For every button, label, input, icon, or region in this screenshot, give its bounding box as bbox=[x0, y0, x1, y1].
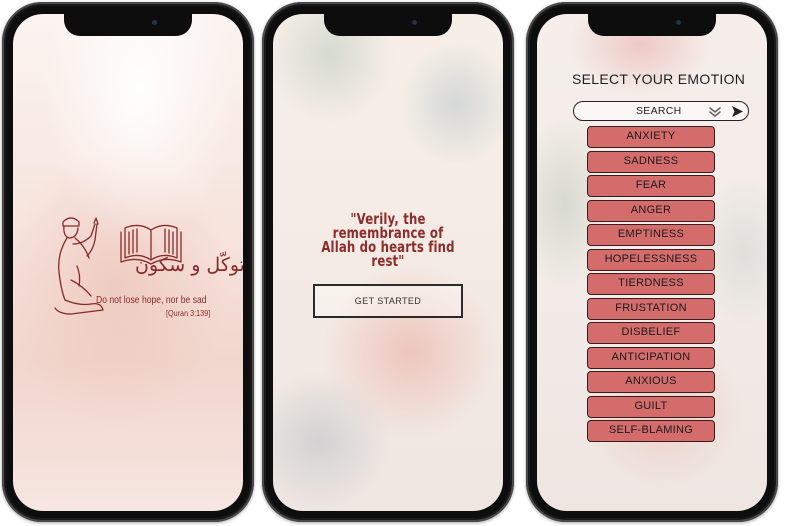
quote-line-2: Allah do hearts find rest" bbox=[321, 238, 455, 270]
quote-text: "Verily, the remembrance of Allah do hea… bbox=[306, 210, 470, 270]
emotion-button-guilt[interactable]: GUILT bbox=[587, 395, 715, 418]
chevron-double-down-icon[interactable] bbox=[708, 106, 722, 118]
camera-icon bbox=[412, 20, 417, 25]
welcome-screen: "Verily, the remembrance of Allah do hea… bbox=[273, 14, 503, 511]
logo-reference: [Quran 3:139] bbox=[166, 308, 211, 318]
emotion-button-frustration[interactable]: FRUSTATION bbox=[587, 297, 715, 320]
app-logo: توكّل و سكون Do not lose hope, nor be sa… bbox=[51, 210, 243, 330]
camera-icon bbox=[676, 20, 681, 25]
emotion-button-anxious[interactable]: ANXIOUS bbox=[587, 371, 715, 393]
emotion-button-disbelief[interactable]: DISBELIEF bbox=[587, 322, 715, 344]
emotion-button-anticipation[interactable]: ANTICIPATION bbox=[587, 346, 715, 369]
emotion-button-anxiety[interactable]: ANXIETY bbox=[587, 126, 715, 148]
mockup-stage: توكّل و سكون Do not lose hope, nor be sa… bbox=[0, 0, 787, 526]
emotion-button-fear[interactable]: FEAR bbox=[587, 175, 715, 197]
emotion-button-self-blaming[interactable]: SELF-BLAMING bbox=[587, 420, 715, 442]
emotion-button-hopelessness[interactable]: HOPELESSNESS bbox=[587, 248, 715, 271]
search-placeholder: SEARCH bbox=[636, 105, 682, 117]
get-started-button[interactable]: GET STARTED bbox=[313, 284, 463, 318]
page-title: SELECT YOUR EMOTION bbox=[572, 71, 746, 87]
phone-welcome: "Verily, the remembrance of Allah do hea… bbox=[262, 2, 514, 522]
emotion-list: ANXIETY SADNESS FEAR ANGER EMPTINESS HOP… bbox=[587, 126, 715, 445]
emotion-button-tiredness[interactable]: TIERDNESS bbox=[587, 273, 715, 295]
quote-line-1: "Verily, the remembrance of bbox=[332, 210, 444, 242]
phone-notch bbox=[64, 12, 192, 36]
emotion-button-emptiness[interactable]: EMPTINESS bbox=[587, 224, 715, 246]
phone-notch bbox=[324, 12, 452, 36]
logo-arabic-text: توكّل و سكون bbox=[135, 254, 243, 276]
logo-tagline: Do not lose hope, nor be sad bbox=[96, 294, 207, 306]
camera-icon bbox=[152, 20, 157, 25]
emotion-button-sadness[interactable]: SADNESS bbox=[587, 150, 715, 173]
phone-emotions: SELECT YOUR EMOTION SEARCH ANXIETY SADNE… bbox=[526, 2, 778, 522]
send-arrow-icon[interactable] bbox=[731, 105, 744, 118]
emotion-button-anger[interactable]: ANGER bbox=[587, 199, 715, 222]
splash-screen: توكّل و سكون Do not lose hope, nor be sa… bbox=[13, 14, 243, 511]
search-input[interactable]: SEARCH bbox=[573, 101, 749, 121]
phone-splash: توكّل و سكون Do not lose hope, nor be sa… bbox=[2, 2, 254, 522]
phone-notch bbox=[588, 12, 716, 36]
emotions-screen: SELECT YOUR EMOTION SEARCH ANXIETY SADNE… bbox=[537, 14, 767, 511]
